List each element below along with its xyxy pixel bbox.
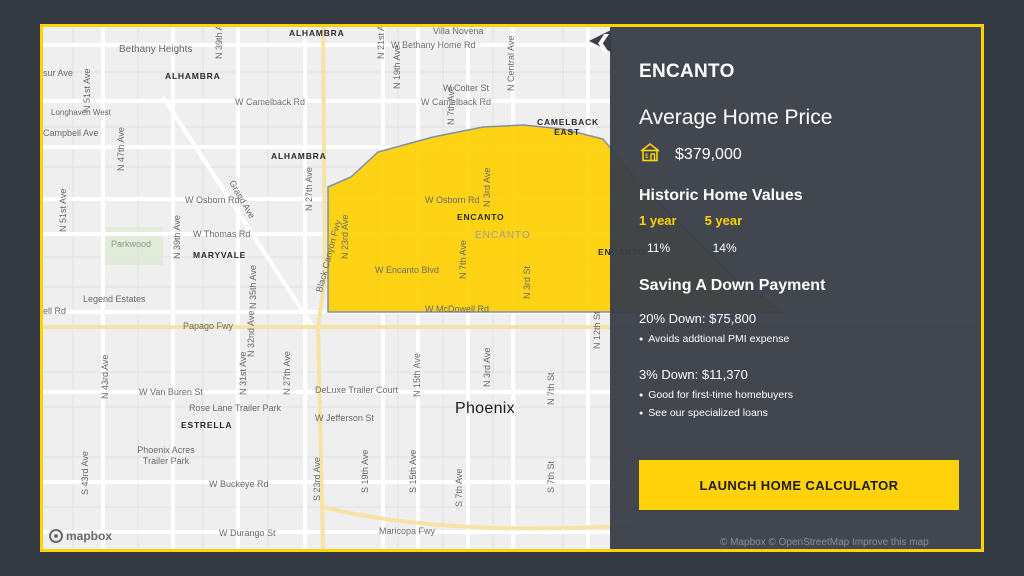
bullet-item: Good for first-time homebuyers xyxy=(639,389,793,401)
chevron-left-icon[interactable]: ❮ xyxy=(596,33,611,51)
map-label: Papago Fwy xyxy=(183,321,234,331)
price-row: $ $379,000 xyxy=(639,142,742,167)
mapbox-wordmark: mapbox xyxy=(66,529,113,543)
map-label: N 7th St xyxy=(546,372,556,405)
svg-text:$: $ xyxy=(645,154,649,160)
map-label: N 51st Ave xyxy=(58,188,68,232)
map-label: N 3rd Ave xyxy=(482,347,492,387)
map-label: N 27th Ave xyxy=(304,167,314,211)
map-label: Bethany Heights xyxy=(119,44,193,55)
map-label: ESTRELLA xyxy=(181,420,233,430)
mapbox-icon xyxy=(49,529,63,543)
map-label: ENCANTO xyxy=(457,212,505,222)
map-label: ALHAMBRA xyxy=(271,151,327,161)
map-label: W Buckeye Rd xyxy=(209,479,269,489)
map-label: N 19th Ave xyxy=(392,45,402,89)
map-label: N Central Ave xyxy=(506,35,516,91)
map-label: N 39th Ave xyxy=(214,24,224,59)
map-label: Villa Novena xyxy=(433,26,484,36)
map-label: S 43rd Ave xyxy=(80,451,90,495)
map-label: ALHAMBRA xyxy=(289,28,345,38)
historic-value: 11% xyxy=(647,241,671,255)
map-label: S 19th Ave xyxy=(360,449,370,493)
map-label: N 47th Ave xyxy=(116,127,126,171)
bullet-item: Avoids addtional PMI expense xyxy=(639,333,789,345)
map-label: Maricopa Fwy xyxy=(379,526,436,536)
avg-price-heading: Average Home Price xyxy=(639,106,833,129)
map-label: S 7th St xyxy=(546,460,556,493)
map-label: W Jefferson St xyxy=(315,413,374,423)
map-label: W Encanto Blvd xyxy=(375,265,440,275)
map-frame: ALHAMBRA Villa Novena Bethany Heights N … xyxy=(40,24,984,552)
map-label: S 23rd Ave xyxy=(312,457,322,501)
map-label: N 32nd Ave xyxy=(246,310,256,357)
saving-heading: Saving A Down Payment xyxy=(639,277,826,294)
map-label: W Camelback Rd xyxy=(421,97,492,107)
map-label: N 21st Ave xyxy=(376,24,386,59)
map-label: W Osborn Rd xyxy=(185,195,240,205)
map-label-city: Phoenix xyxy=(455,400,515,417)
historic-value: 14% xyxy=(712,241,737,255)
map-label: N 51st Ave xyxy=(82,68,92,112)
map-label: N 3rd St xyxy=(522,265,532,299)
map-label: Longhaven West xyxy=(51,108,111,117)
map-label: Legend Estates xyxy=(83,294,146,304)
map-label: N 7th Ave xyxy=(458,240,468,279)
bullet-item[interactable]: See our specialized loans xyxy=(639,407,768,419)
map-label: W Thomas Rd xyxy=(193,229,251,239)
map-label: DeLuxe Trailer Court xyxy=(315,385,399,395)
map-label: W McDowell Rd xyxy=(425,304,490,314)
map-label: N 3rd Ave xyxy=(482,167,492,207)
historic-label: 5 year xyxy=(704,213,743,228)
map-label: N 35th Ave xyxy=(248,265,258,309)
map-label: Parkwood xyxy=(111,239,152,249)
historic-1-year: 1 year 11% xyxy=(639,213,677,255)
map-label: W Camelback Rd xyxy=(235,97,306,107)
down-20-percent: 20% Down: $75,800 xyxy=(639,311,757,326)
historic-heading: Historic Home Values xyxy=(639,187,803,204)
map-attribution[interactable]: © Mapbox © OpenStreetMap Improve this ma… xyxy=(720,537,929,548)
map-label: W Osborn Rd xyxy=(425,195,480,205)
map-label: ENCANTO xyxy=(475,230,531,241)
map-label: MARYVALE xyxy=(193,250,247,260)
map-label: sur Ave xyxy=(43,68,73,78)
map-label: Campbell Ave xyxy=(43,128,99,138)
neighborhood-panel: ENCANTO Average Home Price $ $379,000 Hi… xyxy=(610,27,981,549)
map-label: Phoenix Acres Trailer Park xyxy=(137,445,195,466)
map-label: CAMELBACK EAST xyxy=(537,117,599,138)
historic-label: 1 year xyxy=(639,213,677,228)
launch-home-calculator-button[interactable]: LAUNCH HOME CALCULATOR xyxy=(639,460,959,510)
house-icon: $ xyxy=(639,142,661,167)
map-label: W Durango St xyxy=(219,528,276,538)
map-label: N 15th Ave xyxy=(412,353,422,397)
map-label: N 39th Ave xyxy=(172,215,182,259)
map-label: N 12th St xyxy=(592,311,602,349)
map-label: ell Rd xyxy=(43,306,67,316)
historic-values: 1 year 11% 5 year 14% xyxy=(639,213,742,255)
mapbox-logo[interactable]: mapbox xyxy=(49,529,112,543)
historic-5-year: 5 year 14% xyxy=(705,213,743,255)
map-label: W Bethany Home Rd xyxy=(391,40,476,50)
map-label: W Van Buren St xyxy=(139,387,203,397)
map-label: Rose Lane Trailer Park xyxy=(189,403,282,413)
map-label: N 31st Ave xyxy=(238,351,248,395)
down-3-percent: 3% Down: $11,370 xyxy=(639,367,748,382)
map-label: N 43rd Ave xyxy=(100,354,110,399)
map-label: N 27th Ave xyxy=(282,351,292,395)
neighborhood-title: ENCANTO xyxy=(639,61,735,82)
avg-price-value: $379,000 xyxy=(675,145,742,163)
map-label: S 7th Ave xyxy=(454,468,464,507)
map-label: ALHAMBRA xyxy=(165,71,221,81)
map-label: S 15th Ave xyxy=(408,449,418,493)
